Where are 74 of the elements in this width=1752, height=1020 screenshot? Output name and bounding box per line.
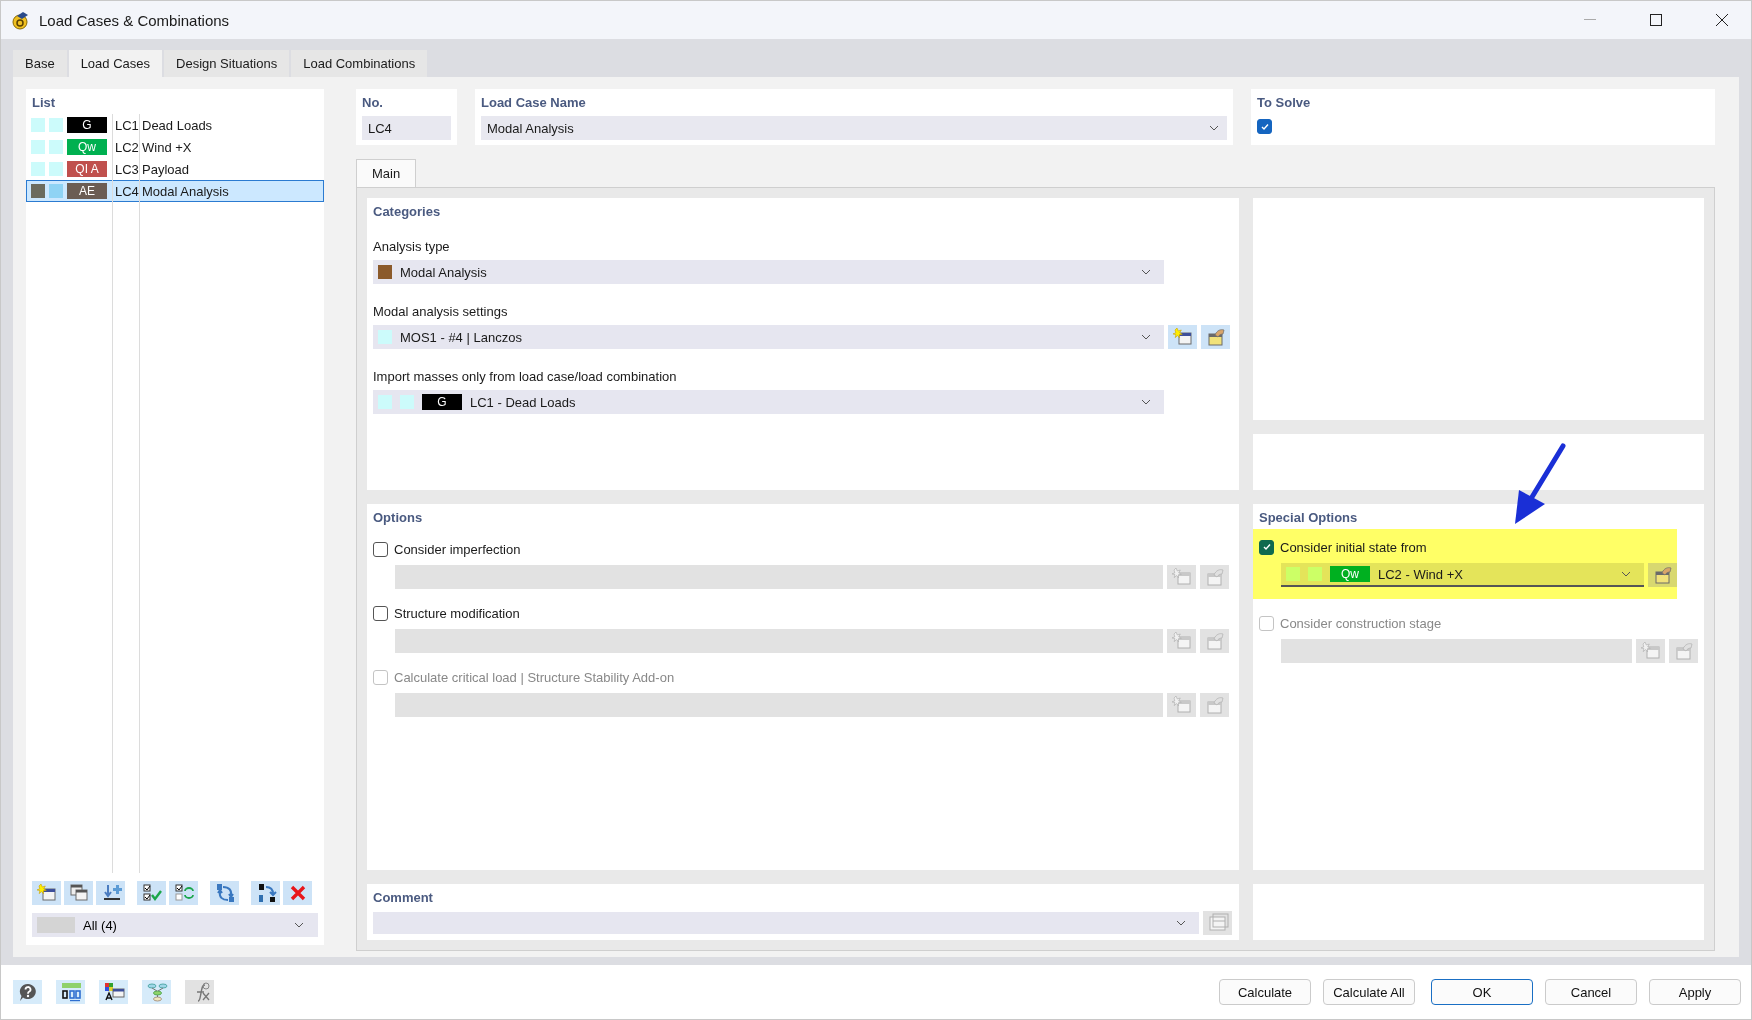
list-item[interactable]: Qw LC2 Wind +X (26, 136, 324, 158)
dropdown-caret-icon (294, 922, 304, 928)
category-badge: Qw (1330, 566, 1370, 582)
field-label: Load Case Name (481, 95, 586, 110)
app-logo-icon (11, 10, 31, 30)
checkmark-icon (1259, 121, 1270, 132)
new-window-icon[interactable] (1168, 325, 1197, 349)
tab[interactable]: Load Cases (68, 50, 163, 77)
section-heading: Special Options (1259, 510, 1358, 525)
checkbox[interactable] (1257, 119, 1272, 134)
name-dropdown[interactable]: Modal Analysis (481, 116, 1227, 140)
filter-dropdown[interactable]: All (4) (32, 913, 318, 937)
field-label: Import masses only from load case/load combination (373, 368, 678, 384)
dropdown-caret-icon (1141, 334, 1151, 340)
dialog-button[interactable]: Calculate All (1323, 979, 1415, 1005)
dropdown-caret-icon (1141, 269, 1151, 275)
units-icon[interactable] (56, 980, 85, 1004)
list-heading: List (31, 94, 57, 112)
checkbox[interactable] (1259, 539, 1274, 555)
option-label: Consider construction stage (1280, 615, 1442, 631)
list-item[interactable]: QI A LC3 Payload (26, 158, 324, 180)
dialog-button[interactable]: Calculate (1219, 979, 1311, 1005)
section-heading: Options (373, 510, 423, 525)
category-badge: G (67, 117, 107, 133)
tab[interactable]: Load Combinations (291, 50, 428, 77)
toggle-check-icon[interactable] (169, 881, 198, 905)
new-window-icon[interactable] (32, 881, 61, 905)
option-label: Calculate critical load | Structure Stability Add-on (394, 669, 675, 685)
dialog-button[interactable]: Apply (1649, 979, 1741, 1005)
import-icon[interactable] (96, 881, 125, 905)
check-all-icon[interactable] (137, 881, 166, 905)
number-field[interactable]: LC4 (362, 116, 451, 140)
window-title: Load Cases & Combinations (39, 11, 231, 29)
option-label: Structure modification (394, 605, 520, 621)
copy-icon[interactable] (64, 881, 93, 905)
dropdown[interactable]: Qw LC2 - Wind +X (1281, 563, 1644, 587)
field-label: No. (362, 95, 383, 110)
renumber-icon[interactable] (251, 881, 280, 905)
dropdown-caret-icon (1621, 571, 1631, 577)
category-badge: QI A (67, 161, 107, 177)
dropdown-caret-icon (1176, 920, 1186, 926)
tab[interactable]: Design Situations (164, 50, 290, 77)
checkmark-icon (1261, 542, 1272, 552)
dropdown-caret-icon (1141, 399, 1151, 405)
dropdown[interactable]: Modal Analysis (373, 260, 1164, 284)
section-heading: Comment (373, 890, 433, 905)
dialog-button[interactable]: Cancel (1545, 979, 1637, 1005)
tree-icon[interactable] (142, 980, 171, 1004)
tab[interactable]: Base (13, 50, 67, 77)
option-label: Consider imperfection (394, 541, 521, 557)
list-item[interactable]: G LC1 Dead Loads (26, 114, 324, 136)
delete-icon[interactable] (283, 881, 312, 905)
checkbox[interactable] (373, 605, 388, 621)
help-icon[interactable] (13, 980, 42, 1004)
dropdown[interactable]: G LC1 - Dead Loads (373, 390, 1164, 414)
comment-field[interactable] (373, 912, 1199, 934)
display-icon[interactable] (99, 980, 128, 1004)
checkbox[interactable] (373, 541, 388, 557)
field-label: Modal analysis settings (373, 303, 509, 319)
field-label: To Solve (1257, 95, 1311, 110)
category-badge: AE (67, 183, 107, 199)
section-heading: Categories (373, 204, 441, 219)
option-label: Consider initial state from (1280, 539, 1427, 555)
dropdown-caret-icon (1209, 125, 1219, 131)
tab[interactable]: Main (356, 159, 417, 187)
list-item[interactable]: AE LC4 Modal Analysis (26, 180, 324, 202)
function-icon[interactable] (185, 980, 214, 1004)
edit-hand-icon[interactable] (1201, 325, 1230, 349)
dialog-button[interactable]: OK (1431, 979, 1533, 1005)
edit-hand-icon[interactable] (1648, 563, 1677, 587)
field-label: Analysis type (373, 238, 451, 254)
dropdown[interactable]: MOS1 - #4 | Lanczos (373, 325, 1164, 349)
category-badge: G (422, 394, 462, 410)
category-badge: Qw (67, 139, 107, 155)
